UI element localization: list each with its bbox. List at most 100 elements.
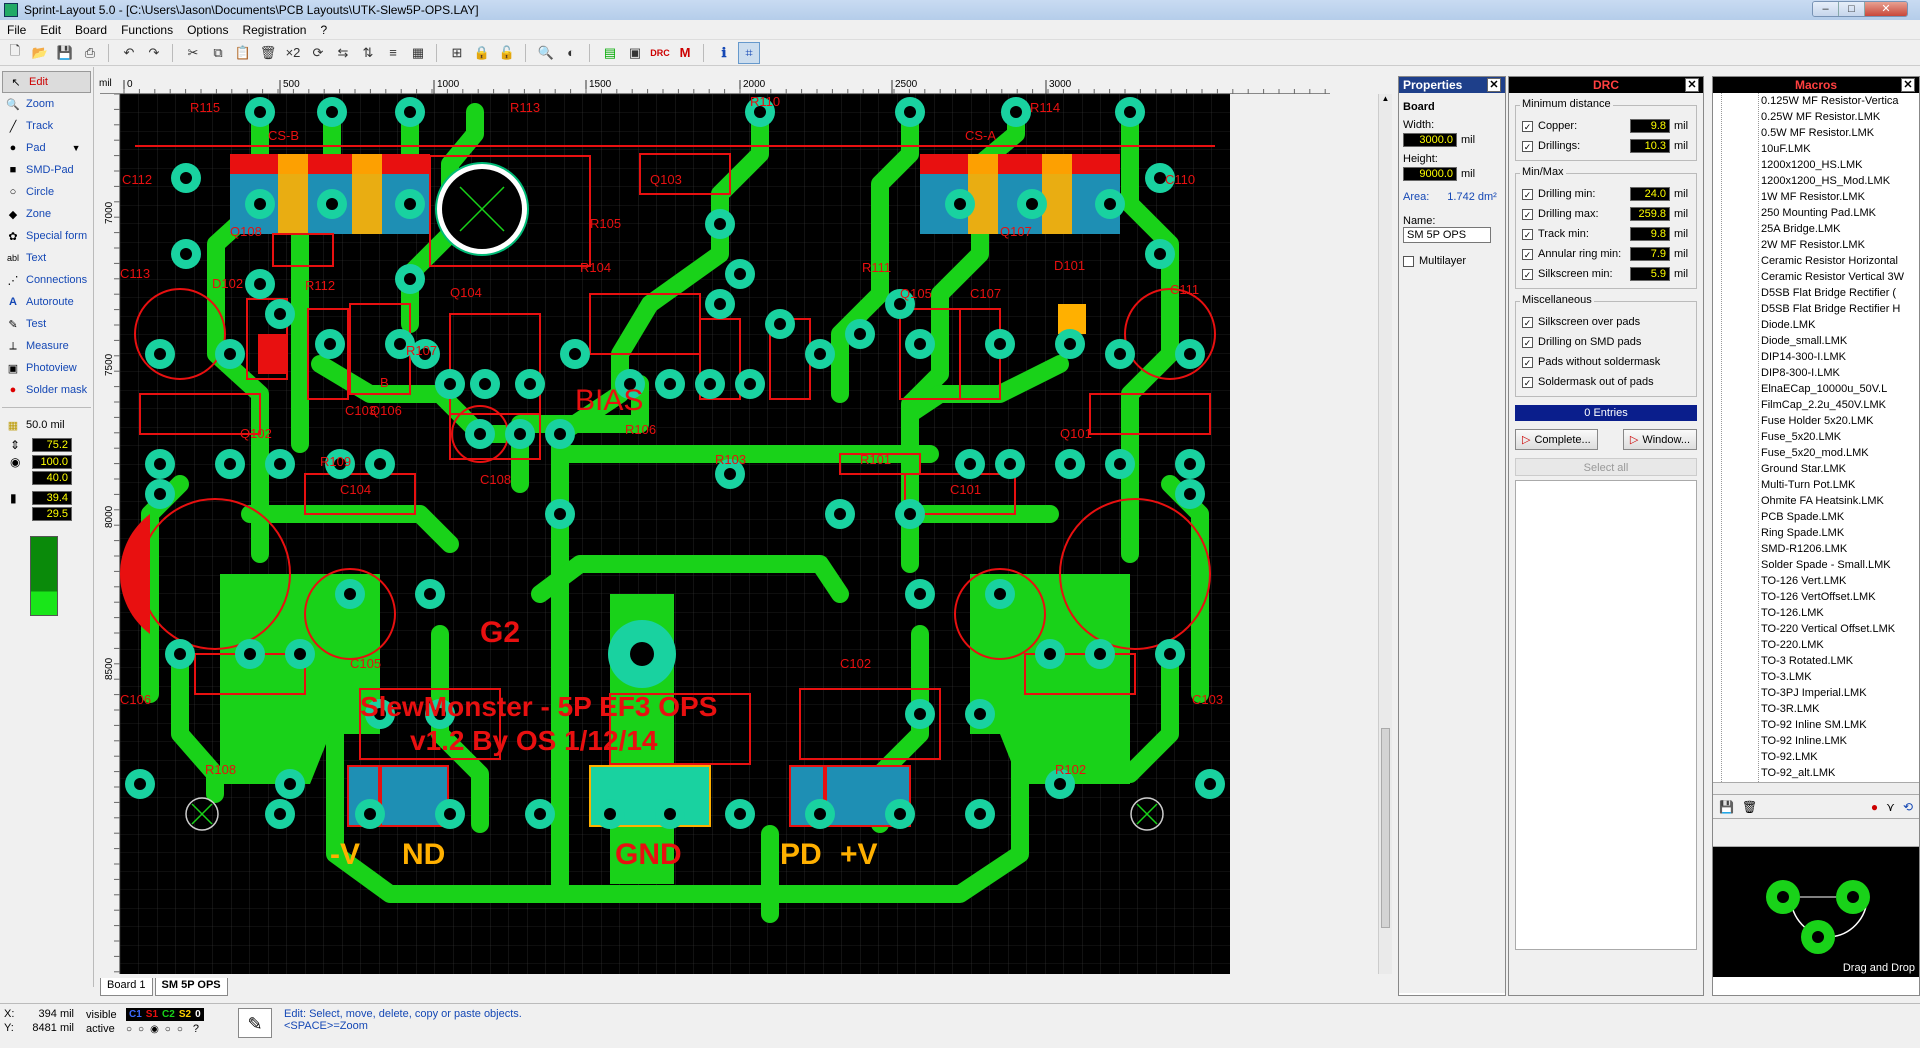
pcb-canvas[interactable]: G2 BIAS SlewMonster - 5P EF3 OPS v1.2 By… (120, 94, 1230, 974)
drill-max-field[interactable]: 259.8 (1630, 207, 1670, 221)
scroll-up-icon[interactable]: ▲ (1379, 94, 1392, 108)
macro-item[interactable]: Solder Spade - Small.LMK (1761, 557, 1919, 573)
tool-zone[interactable]: ◆ Zone (0, 203, 93, 225)
macro-item[interactable]: 1200x1200_HS_Mod.LMK (1761, 173, 1919, 189)
menu-functions[interactable]: Functions (114, 23, 180, 37)
info-icon[interactable]: ℹ (713, 42, 735, 64)
macro-item[interactable]: PCB Spade.LMK (1761, 509, 1919, 525)
track-min-checkbox[interactable]: ✓ (1522, 228, 1533, 240)
tab-sm-5p-ops[interactable]: SM 5P OPS (154, 978, 228, 996)
drc-results-list[interactable] (1515, 480, 1697, 950)
copper-checkbox[interactable]: ✓ (1522, 120, 1533, 132)
pad-inner-field[interactable]: 40.0 (32, 471, 72, 485)
zoom-icon[interactable]: 🔍 (535, 42, 557, 64)
canvas-vertical-scrollbar[interactable]: ▲ (1378, 94, 1392, 974)
macro-icon[interactable]: M (674, 42, 696, 64)
tool-pad[interactable]: ● Pad ▼ (0, 137, 93, 159)
macro-item[interactable]: DIP14-300-I.LMK (1761, 349, 1919, 365)
drillings-field[interactable]: 10.3 (1630, 139, 1670, 153)
drill-min-field[interactable]: 24.0 (1630, 187, 1670, 201)
tool-text[interactable]: abl Text (0, 247, 93, 269)
macro-item[interactable]: FilmCap_2.2u_450V.LMK (1761, 397, 1919, 413)
macro-item[interactable]: TO-220.LMK (1761, 637, 1919, 653)
board-name-field[interactable]: SM 5P OPS (1403, 227, 1491, 243)
macro-item[interactable]: TO-3.LMK (1761, 669, 1919, 685)
macro-rotate-icon[interactable]: ⟲ (1903, 800, 1913, 814)
gerber-export-icon[interactable]: ▤ (599, 42, 621, 64)
macro-item[interactable]: 0.25W MF Resistor.LMK (1761, 109, 1919, 125)
macro-item[interactable]: 2W MF Resistor.LMK (1761, 237, 1919, 253)
pcb-board[interactable]: G2 BIAS SlewMonster - 5P EF3 OPS v1.2 By… (120, 94, 1230, 974)
drill-min-checkbox[interactable]: ✓ (1522, 188, 1533, 200)
menu-help[interactable]: ? (313, 23, 334, 37)
tool-circle[interactable]: ○ Circle (0, 181, 93, 203)
track-min-field[interactable]: 9.8 (1630, 227, 1670, 241)
layer-c2-toggle[interactable]: C2 (162, 1009, 175, 1020)
macro-item[interactable]: 250 Mounting Pad.LMK (1761, 205, 1919, 221)
drc-icon[interactable]: DRC (649, 42, 671, 64)
menu-options[interactable]: Options (180, 23, 235, 37)
multilayer-checkbox[interactable] (1403, 255, 1414, 267)
board-width-field[interactable]: 3000.0 (1403, 133, 1457, 147)
macro-item[interactable]: TO-3 Rotated.LMK (1761, 653, 1919, 669)
layer-o-toggle[interactable]: 0 (195, 1009, 201, 1020)
macro-item[interactable]: Ceramic Resistor Vertical 3W (1761, 269, 1919, 285)
copper-field[interactable]: 9.8 (1630, 119, 1670, 133)
layer-color-swatch[interactable] (30, 536, 58, 616)
macro-item[interactable]: Multi-Turn Pot.LMK (1761, 477, 1919, 493)
macro-save-icon[interactable]: 💾 (1719, 800, 1734, 814)
pads-no-mask-checkbox[interactable]: ✓ (1522, 356, 1533, 368)
cut-icon[interactable]: ✂ (182, 42, 204, 64)
print-icon[interactable]: ⎙ (79, 42, 101, 64)
macro-item[interactable]: TO-3PJ Imperial.LMK (1761, 685, 1919, 701)
drc-close-icon[interactable]: ✕ (1685, 78, 1699, 92)
macro-item[interactable]: Ohmite FA Heatsink.LMK (1761, 493, 1919, 509)
macro-item[interactable]: 1200x1200_HS.LMK (1761, 157, 1919, 173)
drillings-checkbox[interactable]: ✓ (1522, 140, 1533, 152)
grid-setting[interactable]: ▦ 50.0 mil (0, 414, 93, 436)
macro-item[interactable]: Fuse_5x20.LMK (1761, 429, 1919, 445)
macro-tree[interactable]: 0.125W MF Resistor-Vertica 0.25W MF Resis… (1713, 93, 1919, 783)
macro-item[interactable]: TO-92_alt.LMK (1761, 765, 1919, 781)
pad-outer-field[interactable]: 100.0 (32, 455, 72, 469)
transparency-icon[interactable]: ◐ (560, 42, 582, 64)
macro-item[interactable]: D5SB Flat Bridge Rectifier H (1761, 301, 1919, 317)
tool-measure[interactable]: ⟂ Measure (0, 335, 93, 357)
align-icon[interactable]: ≡ (382, 42, 404, 64)
macro-item[interactable]: Fuse Holder 5x20.LMK (1761, 413, 1919, 429)
macro-item[interactable]: 25A Bridge.LMK (1761, 221, 1919, 237)
minimize-button[interactable]: – (1813, 2, 1839, 16)
redo-icon[interactable]: ↷ (143, 42, 165, 64)
macro-item[interactable]: 0.5W MF Resistor.LMK (1761, 125, 1919, 141)
silk-over-pads-checkbox[interactable]: ✓ (1522, 316, 1533, 328)
mirror-horizontal-icon[interactable]: ⇆ (332, 42, 354, 64)
unlock-icon[interactable]: 🔓 (496, 42, 518, 64)
macro-scrollbar[interactable] (1713, 783, 1919, 795)
macro-item[interactable]: TO-92 Inline.LMK (1761, 733, 1919, 749)
menu-registration[interactable]: Registration (235, 23, 313, 37)
macro-item[interactable]: 10uF.LMK (1761, 141, 1919, 157)
silk-min-checkbox[interactable]: ✓ (1522, 268, 1533, 280)
smd-width-field[interactable]: 39.4 (32, 491, 72, 505)
macro-item[interactable]: Diode.LMK (1761, 317, 1919, 333)
tool-edit[interactable]: ↖ Edit (2, 71, 91, 93)
maximize-button[interactable]: □ (1839, 2, 1865, 16)
tool-test[interactable]: ✎ Test (0, 313, 93, 335)
macro-item[interactable]: D5SB Flat Bridge Rectifier ( (1761, 285, 1919, 301)
macro-item[interactable]: Ceramic Resistor Horizontal (1761, 253, 1919, 269)
lock-icon[interactable]: 🔒 (471, 42, 493, 64)
save-icon[interactable]: 💾 (54, 42, 76, 64)
group-icon[interactable]: ▦ (407, 42, 429, 64)
macro-item[interactable]: TO-126 VertOffset.LMK (1761, 589, 1919, 605)
tab-board-1[interactable]: Board 1 (100, 978, 153, 996)
paste-icon[interactable]: 📋 (232, 42, 254, 64)
macro-item[interactable]: TO-126.LMK (1761, 605, 1919, 621)
help-icon[interactable]: ? (193, 1023, 199, 1035)
macros-close-icon[interactable]: ✕ (1901, 78, 1915, 92)
tool-zoom[interactable]: 🔍 Zoom (0, 93, 93, 115)
macro-item[interactable]: DIP8-300-I.LMK (1761, 365, 1919, 381)
layer-s2-toggle[interactable]: S2 (179, 1009, 191, 1020)
annular-field[interactable]: 7.9 (1630, 247, 1670, 261)
macro-item[interactable]: TO-92.LMK (1761, 749, 1919, 765)
component-icon[interactable]: ⊞ (446, 42, 468, 64)
